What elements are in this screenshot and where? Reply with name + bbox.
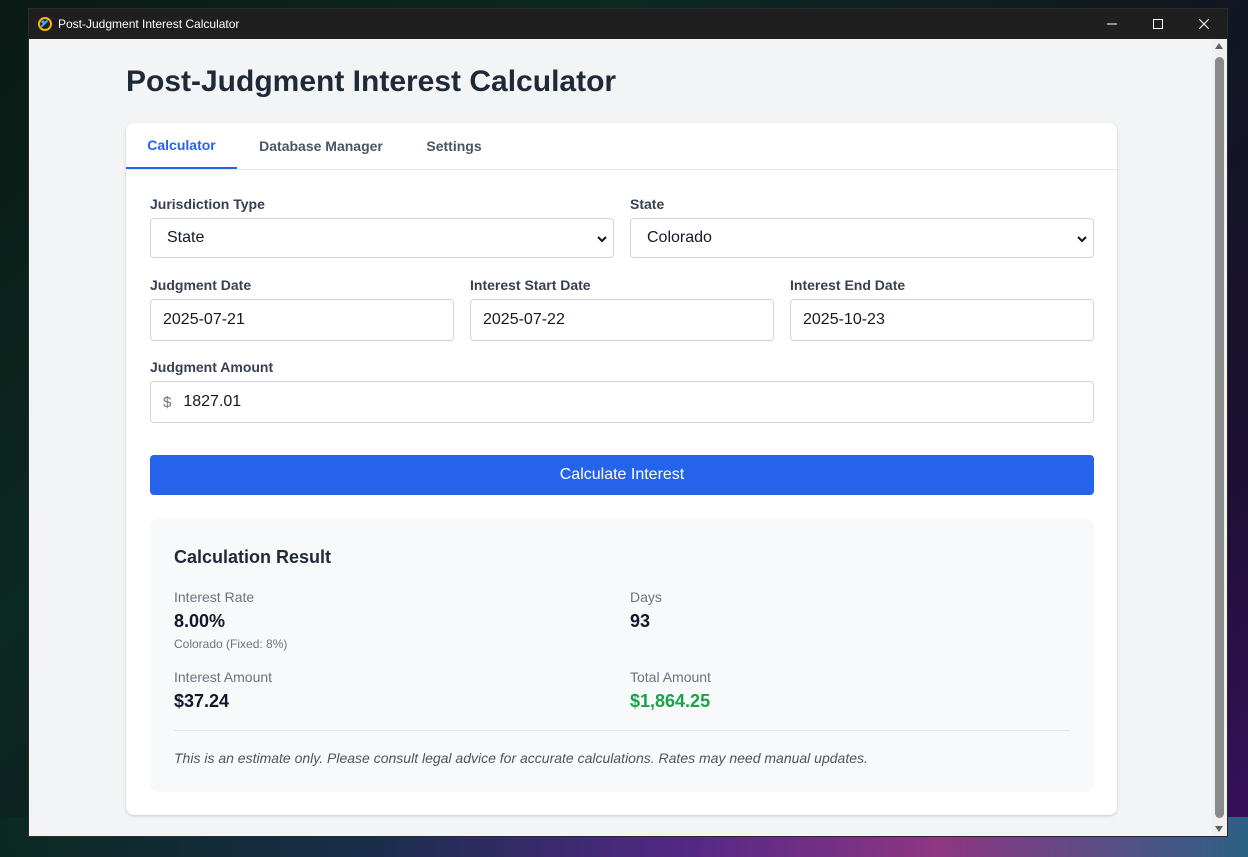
interest-start-date-value: 2025-07-22: [483, 311, 565, 328]
app-window: Post-Judgment Interest Calculator Post-J…: [28, 8, 1228, 837]
state-label: State: [630, 196, 665, 212]
interest-end-date-label: Interest End Date: [790, 277, 906, 293]
jurisdiction-type-select[interactable]: State: [150, 218, 614, 258]
judgment-date-input[interactable]: 2025-07-21: [150, 299, 454, 341]
scroll-thumb[interactable]: [1215, 57, 1224, 818]
state-value: Colorado: [647, 229, 712, 246]
scroll-up-icon[interactable]: [1215, 43, 1223, 49]
main-content: Post-Judgment Interest Calculator Calcul…: [29, 39, 1212, 836]
interest-rate-label: Interest Rate: [174, 589, 255, 605]
calculator-card: Calculator Database Manager Settings Jur…: [126, 123, 1117, 815]
interest-end-date-value: 2025-10-23: [803, 311, 885, 328]
scroll-down-icon[interactable]: [1215, 826, 1223, 832]
disclaimer-text: This is an estimate only. Please consult…: [174, 750, 868, 766]
maximize-button[interactable]: [1135, 9, 1181, 39]
chevron-down-icon: [597, 231, 607, 249]
jurisdiction-type-value: State: [167, 229, 205, 246]
state-select[interactable]: Colorado: [630, 218, 1094, 258]
chevron-down-icon: [1077, 231, 1087, 249]
app-link-icon: [38, 17, 52, 31]
tab-bar: Calculator Database Manager Settings: [126, 123, 1117, 170]
interest-end-date-input[interactable]: 2025-10-23: [790, 299, 1094, 341]
judgment-date-label: Judgment Date: [150, 277, 252, 293]
interest-rate-value: 8.00%: [174, 611, 226, 631]
interest-start-date-input[interactable]: 2025-07-22: [470, 299, 774, 341]
days-value: 93: [630, 611, 651, 631]
interest-amount-label: Interest Amount: [174, 669, 273, 685]
judgment-date-value: 2025-07-21: [163, 311, 245, 328]
title-bar[interactable]: Post-Judgment Interest Calculator: [29, 9, 1227, 39]
result-divider: [174, 730, 1070, 731]
jurisdiction-type-label: Jurisdiction Type: [150, 196, 265, 212]
judgment-amount-label: Judgment Amount: [150, 359, 274, 375]
interest-amount-value: $37.24: [174, 691, 230, 711]
interest-rate-note: Colorado (Fixed: 8%): [174, 637, 288, 651]
days-label: Days: [630, 589, 662, 605]
currency-symbol: $: [163, 393, 172, 411]
result-title: Calculation Result: [174, 547, 332, 567]
total-amount-label: Total Amount: [630, 669, 711, 685]
close-button[interactable]: [1181, 9, 1227, 39]
calculation-result-panel: Calculation Result Interest Rate 8.00% C…: [150, 519, 1094, 792]
judgment-amount-input[interactable]: $ 1827.01: [150, 381, 1094, 423]
window-title: Post-Judgment Interest Calculator: [58, 17, 240, 31]
tab-calculator[interactable]: Calculator: [126, 123, 237, 169]
tab-database-manager[interactable]: Database Manager: [237, 123, 405, 168]
tab-settings[interactable]: Settings: [405, 123, 503, 168]
vertical-scrollbar[interactable]: [1212, 39, 1227, 836]
calculate-interest-button[interactable]: Calculate Interest: [150, 455, 1094, 495]
interest-start-date-label: Interest Start Date: [470, 277, 591, 293]
page-title: Post-Judgment Interest Calculator: [126, 65, 617, 98]
judgment-amount-value: 1827.01: [183, 393, 242, 410]
minimize-button[interactable]: [1089, 9, 1135, 39]
total-amount-value: $1,864.25: [630, 691, 711, 711]
